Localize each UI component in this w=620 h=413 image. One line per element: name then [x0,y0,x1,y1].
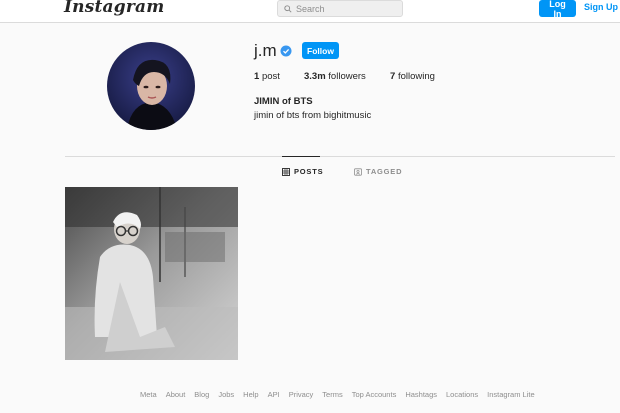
profile-bio: jimin of bts from bighitmusic [254,110,372,121]
footer-link-hashtags[interactable]: Hashtags [405,390,437,399]
footer-links: Meta About Blog Jobs Help API Privacy Te… [140,390,540,399]
footer-link-instagram-lite[interactable]: Instagram Lite [487,390,535,399]
footer-link-terms[interactable]: Terms [322,390,342,399]
profile-avatar[interactable] [107,42,195,130]
following-count-value: 7 [390,71,396,82]
login-button[interactable]: Log In [539,0,576,19]
follow-button[interactable]: Follow [302,42,339,59]
footer-link-blog[interactable]: Blog [194,390,209,399]
followers-count[interactable]: 3.3m followers [304,71,366,82]
tab-posts-label: POSTS [294,167,324,176]
footer-link-api[interactable]: API [268,390,280,399]
posts-count-label: post [261,71,280,82]
followers-count-value: 3.3m [304,71,326,82]
tab-tagged-label: TAGGED [366,167,403,176]
post-thumbnail[interactable] [65,187,238,360]
grid-icon [282,167,290,176]
posts-count: 1 post [254,71,280,82]
footer-link-privacy[interactable]: Privacy [289,390,314,399]
search-input[interactable] [296,3,396,14]
tab-tagged[interactable]: TAGGED [354,167,402,176]
verified-badge-icon [280,45,292,57]
profile-username: j.m [254,41,277,60]
posts-count-value: 1 [254,71,260,82]
footer-link-jobs[interactable]: Jobs [218,390,234,399]
following-count[interactable]: 7 following [390,71,435,82]
tabs-divider [65,156,615,157]
instagram-logo[interactable]: Instagram [64,0,164,17]
top-nav-bar: Instagram Log In Sign Up [0,0,620,23]
search-icon [284,4,292,13]
followers-count-label: followers [328,71,366,82]
following-count-label: following [397,71,435,82]
tab-posts[interactable]: POSTS [282,167,323,176]
profile-full-name: JIMIN of BTS [254,96,313,107]
footer-link-locations[interactable]: Locations [446,390,478,399]
footer-link-top-accounts[interactable]: Top Accounts [352,390,397,399]
footer-link-help[interactable]: Help [243,390,258,399]
signup-link[interactable]: Sign Up [584,2,618,12]
search-box[interactable] [277,0,403,17]
active-tab-indicator [282,156,320,157]
footer-link-meta[interactable]: Meta [140,390,157,399]
tag-icon [354,167,362,176]
footer-link-about[interactable]: About [166,390,186,399]
